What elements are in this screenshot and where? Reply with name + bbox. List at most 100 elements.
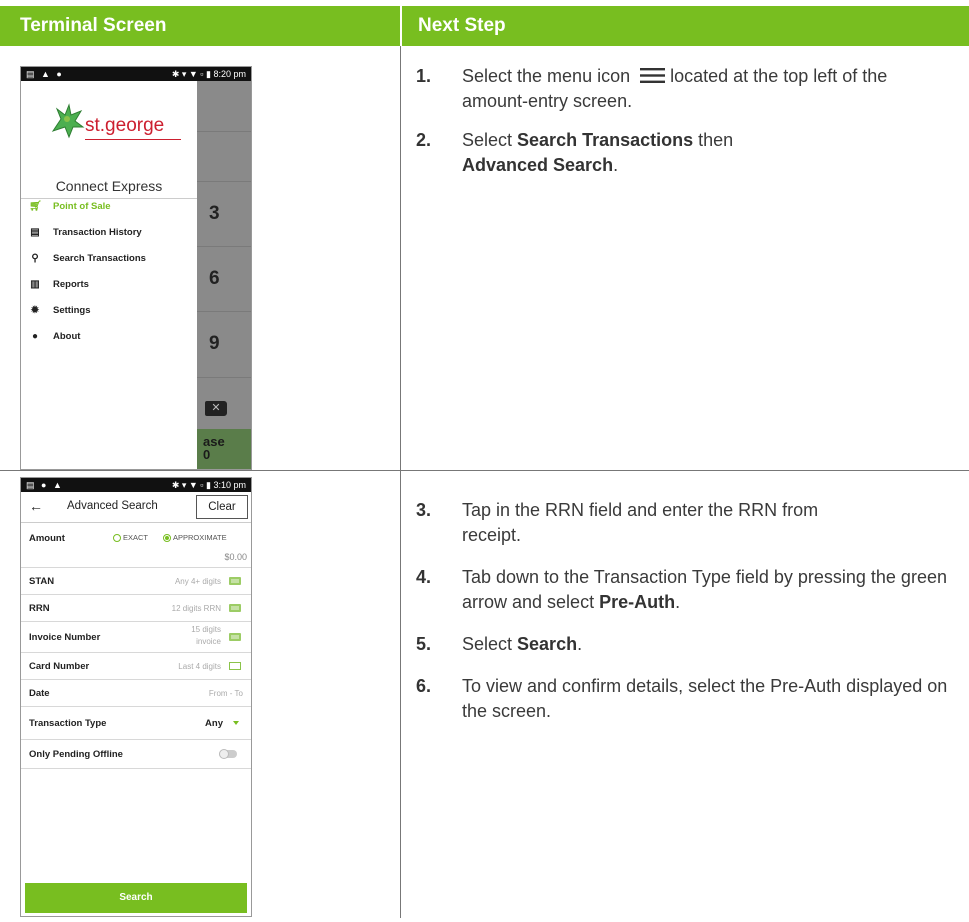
step-1: 1. Select the menu icon located at the t… [416, 64, 956, 114]
keypad-divider [197, 131, 251, 132]
stan-field[interactable]: STAN Any 4+ digits [21, 568, 251, 595]
rrn-label: RRN [29, 603, 50, 614]
menu-item-transaction-history[interactable]: ▤ Transaction History [29, 226, 142, 240]
card-number-field[interactable]: Card Number Last 4 digits [21, 653, 251, 680]
step-text: Select [462, 130, 518, 150]
menu-item-reports[interactable]: ▥ Reports [29, 278, 89, 292]
menu-item-search-transactions[interactable]: ⚲ Search Transactions [29, 252, 146, 266]
transaction-type-field[interactable]: Transaction Type Any [21, 707, 251, 740]
date-label: Date [29, 688, 50, 699]
step-emphasis: Search Transactions [517, 130, 694, 150]
dropdown-arrow-icon[interactable] [233, 721, 239, 725]
card-icon[interactable] [229, 662, 241, 670]
next-step-header: Next Step [402, 6, 969, 46]
keyboard-icon[interactable] [229, 604, 241, 612]
step-number: 6. [416, 676, 432, 696]
status-bar: ▤ ▲ ● ✱ ▾ ▼ ▫ ▮ 8:20 pm [21, 67, 251, 81]
step-emphasis: Pre-Auth [599, 592, 676, 612]
amount-row: Amount EXACT APPROXIMATE $0.00 [21, 523, 251, 568]
keyboard-icon[interactable] [229, 577, 241, 585]
radio-on-icon [163, 534, 171, 543]
date-field[interactable]: Date From - To [21, 680, 251, 707]
search-button[interactable]: Search [25, 883, 247, 913]
transaction-type-value: Any [205, 718, 223, 729]
step-text: Select [462, 634, 518, 654]
step-text: . [675, 592, 681, 612]
terminal-screen-menu: ▤ ▲ ● ✱ ▾ ▼ ▫ ▮ 8:20 pm 3 6 9 ✕ ase 0 st… [20, 66, 252, 470]
stan-hint: Any 4+ digits [174, 577, 221, 586]
menu-item-settings[interactable]: ✹ Settings [29, 304, 91, 318]
steps-list-bottom: 3. Tap in the RRN field and enter the RR… [416, 498, 956, 724]
step-3: 3. Tap in the RRN field and enter the RR… [416, 498, 956, 548]
step-text: Tab down to the Transaction Type field b… [462, 567, 947, 612]
amount-label: Amount [29, 533, 65, 544]
menu-item-about[interactable]: ● About [29, 330, 80, 344]
step-number: 3. [416, 500, 432, 520]
backspace-icon[interactable]: ✕ [205, 401, 227, 416]
invoice-hint-line1: 15 digits [191, 625, 221, 634]
step-emphasis: Search [517, 634, 578, 654]
stgeorge-logo: st.george [47, 101, 187, 143]
amount-value[interactable]: $0.00 [224, 552, 247, 562]
step-text: then [693, 130, 734, 150]
menu-item-label: Transaction History [53, 227, 142, 238]
transaction-type-label: Transaction Type [29, 718, 107, 729]
back-arrow-icon[interactable]: ← [29, 498, 43, 514]
radio-approximate[interactable]: APPROXIMATE [163, 533, 227, 543]
key-6[interactable]: 6 [209, 268, 220, 290]
step-number: 2. [416, 130, 432, 150]
navigation-drawer: st.george Connect Express 🛒︎ Point of Sal… [21, 81, 197, 469]
menu-item-label: Reports [53, 279, 89, 290]
keypad-divider [197, 377, 251, 378]
keypad-background: 3 6 9 ✕ ase 0 [197, 81, 251, 469]
terminal-screen-advanced-search: ▤ ● ▲ ✱ ▾ ▼ ▫ ▮ 3:10 pm ← Advanced Searc… [20, 477, 252, 917]
only-pending-offline-row: Only Pending Offline [21, 740, 251, 769]
radio-exact[interactable]: EXACT [113, 533, 148, 543]
only-pending-offline-label: Only Pending Offline [29, 749, 123, 760]
invoice-hint-line2: invoice [196, 637, 221, 646]
step-6: 6. To view and confirm details, select t… [416, 674, 956, 724]
brand-name: st.george [85, 115, 165, 136]
keypad-divider [197, 311, 251, 312]
step-text: Select the menu icon [462, 66, 631, 86]
menu-item-label: Search Transactions [53, 253, 146, 264]
date-hint: From - To [208, 689, 243, 698]
column-divider [400, 46, 401, 918]
step-4: 4. Tab down to the Transaction Type fiel… [416, 565, 956, 615]
menu-item-label: About [53, 331, 81, 342]
receipt-icon: ▤ [30, 227, 40, 238]
purchase-button-amount: 0 [203, 447, 211, 462]
step-text: . [577, 634, 583, 654]
status-icons-left: ▤ ▲ ● [26, 69, 64, 79]
key-3[interactable]: 3 [209, 203, 220, 225]
status-bar: ▤ ● ▲ ✱ ▾ ▼ ▫ ▮ 3:10 pm [21, 478, 251, 492]
step-2: 2. Select Search Transactions then Advan… [416, 128, 956, 178]
step-number: 4. [416, 567, 432, 587]
step-number: 1. [416, 66, 432, 86]
menu-item-label: Settings [53, 305, 91, 316]
screen-title: Advanced Search [67, 500, 158, 512]
row-divider [0, 470, 969, 471]
clear-button[interactable]: Clear [196, 495, 248, 519]
info-icon: ● [31, 331, 39, 342]
gear-icon: ✹ [30, 305, 40, 316]
card-number-hint: Last 4 digits [178, 662, 221, 671]
app-title: Connect Express [55, 178, 163, 194]
step-number: 5. [416, 634, 432, 654]
key-9[interactable]: 9 [209, 333, 220, 355]
keyboard-icon[interactable] [229, 633, 241, 641]
menu-item-point-of-sale[interactable]: 🛒︎ Point of Sale [29, 200, 111, 214]
pending-offline-toggle[interactable] [219, 749, 237, 759]
invoice-number-label: Invoice Number [29, 632, 101, 643]
step-5: 5. Select Search. [416, 632, 956, 657]
purchase-button[interactable]: ase 0 [197, 429, 251, 469]
step-text: . [613, 155, 619, 175]
status-time: ✱ ▾ ▼ ▫ ▮ 3:10 pm [171, 480, 246, 490]
chart-icon: ▥ [30, 279, 40, 290]
rrn-field[interactable]: RRN 12 digits RRN [21, 595, 251, 622]
rrn-hint: 12 digits RRN [171, 604, 221, 613]
invoice-number-field[interactable]: Invoice Number 15 digits invoice [21, 622, 251, 653]
steps-list-top: 1. Select the menu icon located at the t… [416, 64, 956, 178]
step-emphasis: Advanced Search [462, 155, 614, 175]
card-number-label: Card Number [29, 661, 90, 672]
